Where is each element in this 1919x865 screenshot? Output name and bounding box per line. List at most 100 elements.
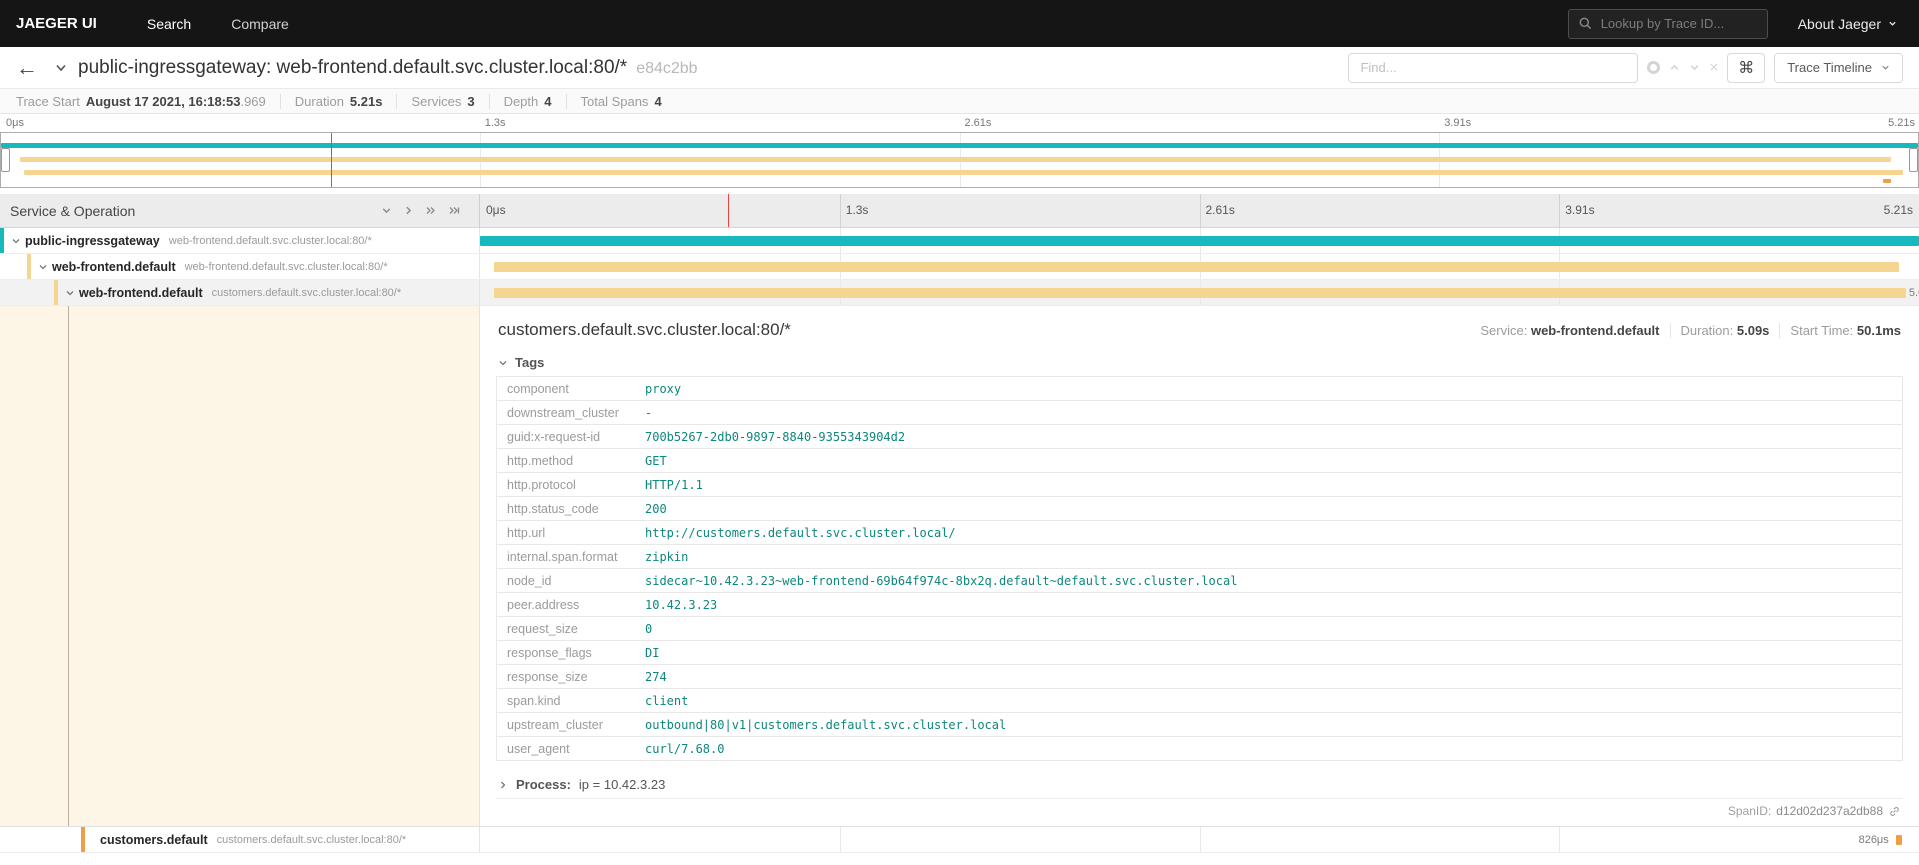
operation-name: web-frontend.default.svc.cluster.local:8… <box>184 260 388 273</box>
span-id-footer: SpanID: d12d02d237a2db88 <box>496 798 1903 822</box>
span-track[interactable]: 5.09s <box>480 280 1919 305</box>
service-name: web-frontend.default <box>79 285 203 300</box>
tags-accordion-header[interactable]: Tags <box>496 350 1903 376</box>
tag-key: peer.address <box>507 597 580 612</box>
service-color-bar <box>0 228 4 253</box>
tree-controls <box>381 205 469 216</box>
span-id-value: d12d02d237a2db88 <box>1776 804 1883 818</box>
trace-view-selector[interactable]: Trace Timeline <box>1774 52 1903 83</box>
top-navbar: JAEGER UI Search Compare About Jaeger <box>0 0 1919 47</box>
chevron-down-icon[interactable] <box>11 236 21 246</box>
tag-row: peer.address 10.42.3.23 <box>497 593 1902 617</box>
summary-duration: Duration 5.21s <box>279 93 397 109</box>
operation-name: customers.default.svc.cluster.local:80/* <box>211 286 402 299</box>
tag-key: component <box>507 381 569 396</box>
process-accordion-header[interactable]: Process: ip = 10.42.3.23 <box>496 771 1903 798</box>
minimap-cursor <box>330 133 332 187</box>
span-bar[interactable] <box>1895 835 1903 845</box>
span-detail-left-gutter <box>0 306 480 826</box>
tag-row: http.url http://customers.default.svc.clu… <box>497 521 1902 545</box>
span-label[interactable]: web-frontend.default customers.default.s… <box>0 280 480 305</box>
minimap-ticks: 0μs 1.3s 2.61s 3.91s 5.21s <box>0 114 1919 132</box>
tag-value: http://customers.default.svc.cluster.loc… <box>645 525 956 540</box>
trace-id-short: e84c2bb <box>636 59 698 77</box>
span-track[interactable] <box>480 228 1919 253</box>
summary-trace-start: Trace Start August 17 2021, 16:18:53.969 <box>16 93 266 109</box>
collapse-one-icon[interactable] <box>381 205 392 216</box>
chevron-down-icon[interactable] <box>65 288 75 298</box>
tag-key: http.protocol <box>507 477 576 492</box>
tag-key: guid:x-request-id <box>507 429 601 444</box>
span-bar[interactable] <box>480 236 1919 246</box>
timeline-gridline <box>1559 827 1561 852</box>
span-row-public-ingressgateway: public-ingressgateway web-frontend.defau… <box>0 228 1919 254</box>
expand-all-icon[interactable] <box>425 205 437 216</box>
span-detail-header: customers.default.svc.cluster.local:80/*… <box>496 316 1903 350</box>
tag-key: response_size <box>507 669 588 684</box>
tag-key: span.kind <box>507 693 561 708</box>
chevron-down-icon <box>1881 63 1890 72</box>
span-bar[interactable] <box>494 262 1899 272</box>
span-detail-meta: Service: web-frontend.default Duration: … <box>1470 323 1901 338</box>
tag-row: response_size 274 <box>497 665 1902 689</box>
prev-result-button[interactable] <box>1669 62 1680 73</box>
tag-key: internal.span.format <box>507 549 618 564</box>
about-jaeger-label: About Jaeger <box>1797 15 1881 32</box>
span-track[interactable]: 826μs <box>480 827 1919 852</box>
tag-row: component proxy <box>497 377 1902 401</box>
span-label[interactable]: customers.default customers.default.svc.… <box>0 827 480 852</box>
minimap-span-line <box>20 157 1892 162</box>
service-name: customers.default <box>100 832 208 847</box>
trace-summary-bar: Trace Start August 17 2021, 16:18:53.969 … <box>0 89 1919 114</box>
minimap-right-drag-handle[interactable] <box>1909 148 1918 172</box>
tag-key: upstream_cluster <box>507 717 603 732</box>
minimap-left-drag-handle[interactable] <box>1 148 10 172</box>
span-detail-row: customers.default.svc.cluster.local:80/*… <box>0 306 1919 827</box>
span-track[interactable] <box>480 254 1919 279</box>
span-duration-label: 5.09s <box>1908 287 1919 299</box>
trace-id-lookup-box[interactable] <box>1567 8 1768 39</box>
tag-row: user_agent curl/7.68.0 <box>497 737 1902 761</box>
collapse-header-chevron-icon[interactable] <box>54 61 68 75</box>
keyboard-shortcuts-button[interactable]: ⌘ <box>1727 52 1766 83</box>
nav-item-compare[interactable]: Compare <box>211 0 309 47</box>
collapse-all-icon[interactable] <box>448 205 461 216</box>
search-icon <box>1579 17 1592 30</box>
about-jaeger-menu[interactable]: About Jaeger <box>1798 16 1897 32</box>
tag-value: outbound|80|v1|customers.default.svc.clu… <box>645 717 1007 732</box>
next-result-button[interactable] <box>1689 62 1700 73</box>
span-label[interactable]: web-frontend.default web-frontend.defaul… <box>0 254 480 279</box>
tag-key: user_agent <box>507 741 570 756</box>
bottom-filler <box>0 853 1919 865</box>
timeline-header: Service & Operation 0μs 1.3s 2.61s 3.91s… <box>0 194 1919 228</box>
tag-row: request_size 0 <box>497 617 1902 641</box>
service-color-bar <box>54 280 58 305</box>
back-arrow-button[interactable]: ← <box>16 56 38 79</box>
tag-row: upstream_cluster outbound|80|v1|customers… <box>497 713 1902 737</box>
tag-value: HTTP/1.1 <box>645 477 703 492</box>
link-icon[interactable] <box>1888 805 1901 818</box>
chevron-down-icon[interactable] <box>38 262 48 272</box>
find-input[interactable] <box>1348 52 1639 83</box>
trace-id-lookup-input[interactable] <box>1598 15 1757 32</box>
timeline-gridline <box>839 194 841 227</box>
minimap-span-line <box>1883 179 1892 183</box>
minimap-canvas[interactable] <box>0 132 1919 188</box>
trace-title: public-ingressgateway: web-frontend.defa… <box>78 57 698 79</box>
brand-jaeger-ui[interactable]: JAEGER UI <box>16 15 97 32</box>
expand-one-icon[interactable] <box>403 205 414 216</box>
trace-view-label: Trace Timeline <box>1787 60 1872 75</box>
service-color-bar <box>27 254 31 279</box>
tag-row: guid:x-request-id 700b5267-2db0-9897-8840… <box>497 425 1902 449</box>
span-id-label: SpanID: <box>1727 804 1772 818</box>
minimap-tick-label: 2.61s <box>964 117 992 129</box>
span-bar[interactable] <box>494 288 1907 298</box>
tag-row: span.kind client <box>497 689 1902 713</box>
nav-item-search[interactable]: Search <box>127 0 211 47</box>
tag-key: node_id <box>507 573 552 588</box>
timeline-ticks: 0μs 1.3s 2.61s 3.91s 5.21s <box>480 194 1919 227</box>
span-row-customers: customers.default customers.default.svc.… <box>0 827 1919 853</box>
clear-find-button[interactable]: × <box>1709 59 1718 76</box>
span-label[interactable]: public-ingressgateway web-frontend.defau… <box>0 228 480 253</box>
minimap-tick-label: 1.3s <box>484 117 506 129</box>
